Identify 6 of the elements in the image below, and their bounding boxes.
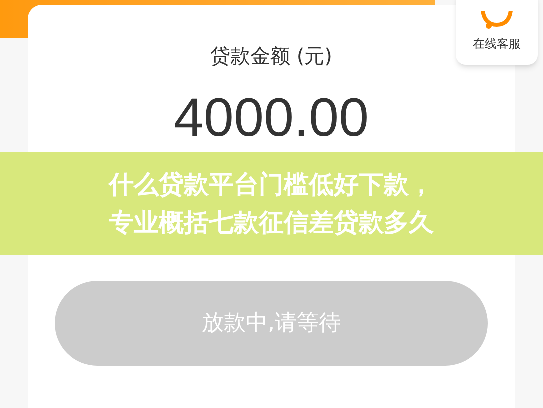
- headset-icon: [479, 11, 515, 29]
- customer-service-button[interactable]: 在线客服: [456, 0, 538, 65]
- headline-text: 什么贷款平台门槛低好下款，: [109, 168, 434, 200]
- headline-text: 专业概括七款征信差贷款多久: [109, 206, 434, 238]
- loan-amount: 4000.00: [174, 91, 370, 145]
- loan-amount-label: 贷款金额 (元): [210, 43, 332, 70]
